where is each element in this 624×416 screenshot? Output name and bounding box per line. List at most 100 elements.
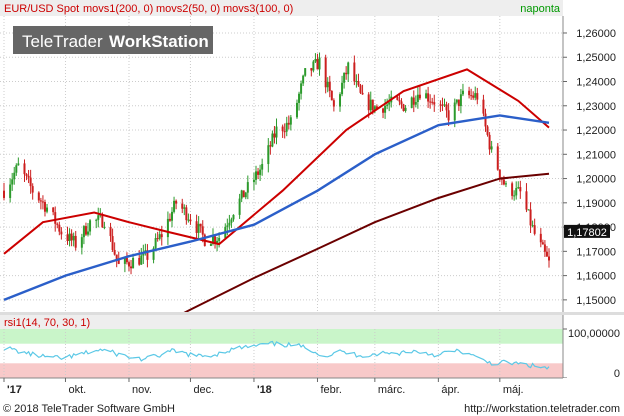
candle-body [185, 207, 188, 221]
candle-body [474, 93, 477, 98]
candle-body [54, 212, 57, 224]
candle-body [482, 99, 485, 114]
candle-body [209, 243, 212, 246]
candle-body [267, 145, 270, 165]
candle-body [427, 93, 430, 102]
candle-body [316, 59, 319, 70]
watermark-text-bold: WorkStation [109, 32, 209, 51]
candle-body [31, 186, 34, 193]
candle-body [502, 179, 505, 185]
candle-body [341, 82, 344, 95]
candle-body [445, 104, 448, 111]
candle-body [439, 104, 442, 106]
candle-body [455, 99, 458, 103]
candle-body [410, 97, 413, 108]
last-price-label: 1,17802 [567, 227, 607, 239]
candle-body [84, 226, 87, 235]
candle-body [529, 209, 532, 226]
pane-separator[interactable] [0, 312, 624, 315]
candle-body [41, 201, 44, 203]
candle-body [156, 238, 159, 240]
candle-body [43, 201, 46, 212]
candle-body [252, 179, 255, 183]
candle-body [324, 57, 327, 88]
candle-body [261, 164, 264, 170]
candle-body [304, 68, 307, 76]
candle-body [504, 183, 507, 185]
candle-body [25, 174, 28, 176]
study-label-movs2[interactable]: movs2(50, 0) [156, 3, 220, 15]
time-tick-label: ápr. [441, 384, 459, 396]
candle-body [269, 145, 272, 147]
time-tick-label: febr. [320, 384, 341, 396]
candle-body [37, 192, 40, 201]
instrument-label[interactable]: EUR/USD Spot [4, 3, 79, 15]
candle-body [82, 226, 85, 238]
candle-body [369, 99, 372, 111]
price-tick-label: 1,25000 [576, 52, 616, 64]
study-label-movs1[interactable]: movs1(200, 0) [83, 3, 153, 15]
website-link[interactable]: http://workstation.teletrader.com [464, 403, 620, 415]
candle-body [240, 190, 243, 199]
time-axis[interactable] [0, 378, 624, 398]
candle-body [58, 224, 61, 232]
candle-body [539, 233, 542, 243]
candle-body [72, 235, 75, 241]
rsi-overbought-zone [0, 329, 563, 344]
candle-body [386, 104, 389, 106]
candle-body [218, 237, 221, 241]
candle-body [496, 146, 499, 170]
price-tick-label: 1,17000 [576, 246, 616, 258]
candle-body [66, 234, 69, 242]
rsi-label[interactable]: rsi1(14, 70, 30, 1) [4, 317, 90, 329]
price-tick-label: 1,20000 [576, 174, 616, 186]
candle-body [197, 223, 200, 233]
candle-body [527, 209, 530, 211]
candle-body [17, 163, 20, 166]
candle-body [443, 104, 446, 106]
candle-body [52, 207, 55, 213]
candle-body [283, 131, 286, 133]
candle-body [183, 207, 186, 209]
candle-body [388, 102, 391, 105]
candle-body [201, 226, 204, 235]
price-plot-area[interactable] [0, 16, 563, 312]
candle-body [414, 102, 417, 105]
rsi-tick-label: 100,00000 [568, 328, 620, 340]
candle-body [519, 187, 522, 192]
candle-body [39, 200, 42, 202]
candle-body [343, 72, 346, 83]
candle-body [543, 244, 546, 252]
candle-body [339, 94, 342, 107]
candle-body [398, 99, 401, 102]
watermark-text: TeleTrader [22, 32, 103, 51]
candle-body [166, 218, 169, 238]
candle-body [298, 93, 301, 103]
candle-body [347, 62, 350, 75]
candle-body [158, 234, 161, 239]
candle-body [154, 238, 157, 249]
candle-body [486, 126, 489, 135]
candle-body [160, 234, 163, 238]
candle-body [416, 94, 419, 103]
candle-body [242, 190, 245, 198]
candle-body [533, 225, 536, 234]
time-tick-label: dec. [193, 384, 214, 396]
candle-body [429, 101, 432, 103]
candle-body [289, 117, 292, 125]
study-label-movs3[interactable]: movs3(100, 0) [223, 3, 293, 15]
candle-body [132, 257, 135, 269]
candle-body [255, 171, 258, 180]
candle-body [384, 105, 387, 113]
candle-body [230, 219, 233, 223]
candle-body [400, 101, 403, 105]
candle-body [168, 218, 171, 221]
candle-body [326, 81, 329, 88]
candle-body [80, 237, 83, 248]
candle-body [173, 200, 176, 212]
period-label[interactable]: naponta [520, 3, 561, 15]
candle-body [138, 257, 141, 265]
candle-body [330, 90, 333, 101]
candle-body [332, 100, 335, 107]
candle-body [23, 163, 26, 175]
